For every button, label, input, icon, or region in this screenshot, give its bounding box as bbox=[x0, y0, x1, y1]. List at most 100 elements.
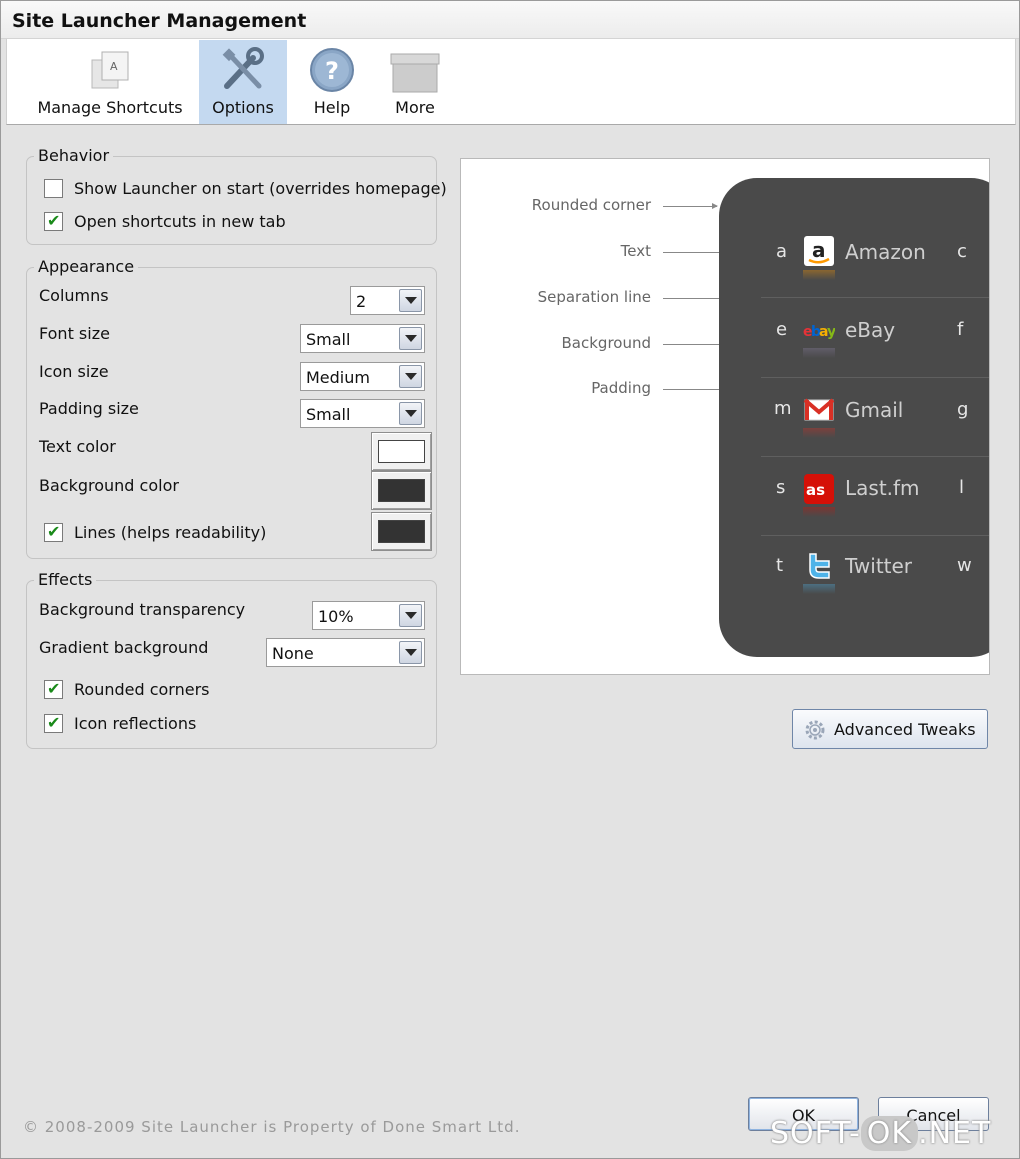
annotation-background: Background bbox=[561, 334, 652, 352]
right-key: w bbox=[957, 555, 972, 576]
title-bar: Site Launcher Management bbox=[1, 1, 1019, 39]
toolbar-label: More bbox=[395, 98, 435, 117]
icon-reflection bbox=[803, 507, 835, 517]
gear-icon bbox=[805, 720, 825, 740]
shortcut-name: Gmail bbox=[845, 398, 904, 422]
watermark-middle: OK bbox=[860, 1116, 919, 1151]
toolbar-more[interactable]: More bbox=[377, 40, 453, 124]
shortcut-name: Twitter bbox=[845, 554, 913, 578]
icon-size-select[interactable]: Medium bbox=[300, 362, 425, 391]
columns-select[interactable]: 2 bbox=[350, 286, 425, 315]
svg-text:a: a bbox=[812, 238, 826, 262]
right-key: f bbox=[957, 319, 964, 340]
icon-reflection bbox=[803, 428, 835, 438]
shortcut-name: Last.fm bbox=[845, 476, 920, 500]
launcher-row: a a Amazon c bbox=[719, 218, 989, 297]
check-icon: ✔ bbox=[47, 679, 61, 698]
text-color-preview bbox=[378, 440, 425, 463]
columns-label: Columns bbox=[39, 286, 109, 305]
gradient-bg-value: None bbox=[272, 644, 314, 663]
background-color-swatch[interactable] bbox=[371, 471, 432, 510]
chevron-down-icon[interactable] bbox=[399, 604, 422, 627]
right-key: g bbox=[957, 399, 969, 420]
check-icon: ✔ bbox=[47, 211, 61, 230]
annotation-arrow bbox=[663, 203, 718, 209]
launcher-panel: a a Amazon c e e b a y bbox=[719, 178, 989, 657]
text-color-swatch[interactable] bbox=[371, 432, 432, 471]
font-size-select[interactable]: Small bbox=[300, 324, 425, 353]
background-color-preview bbox=[378, 479, 425, 502]
text-color-label: Text color bbox=[39, 437, 116, 456]
gmail-icon bbox=[803, 398, 835, 421]
toolbar-label: Manage Shortcuts bbox=[37, 98, 183, 117]
icon-reflection bbox=[803, 270, 835, 280]
amazon-icon: a bbox=[804, 236, 834, 266]
icon-reflection bbox=[803, 584, 835, 594]
icon-size-label: Icon size bbox=[39, 362, 109, 381]
site-launcher-window: Site Launcher Management A Manage Shortc… bbox=[0, 0, 1020, 1159]
behavior-group: Behavior Show Launcher on start (overrid… bbox=[26, 146, 447, 245]
padding-size-select[interactable]: Small bbox=[300, 399, 425, 428]
show-launcher-checkbox[interactable] bbox=[44, 179, 63, 198]
font-size-label: Font size bbox=[39, 324, 110, 343]
toolbar-label: Help bbox=[313, 98, 351, 117]
lines-color-swatch[interactable] bbox=[371, 512, 432, 551]
launcher-row: s as Last.fm l bbox=[719, 457, 989, 536]
toolbar-help[interactable]: ? Help bbox=[297, 40, 367, 124]
background-color-label: Background color bbox=[39, 476, 179, 495]
check-icon: ✔ bbox=[47, 713, 61, 732]
svg-text:y: y bbox=[827, 324, 835, 340]
watermark-left: SOFT- bbox=[770, 1116, 861, 1151]
left-key: e bbox=[776, 319, 788, 340]
bg-transparency-label: Background transparency bbox=[39, 600, 246, 619]
toolbar-options[interactable]: Options bbox=[199, 40, 287, 124]
right-key: l bbox=[959, 477, 965, 498]
toolbar: A Manage Shortcuts Options ? Help More bbox=[6, 39, 1016, 125]
help-icon: ? bbox=[308, 46, 356, 98]
icon-reflections-label: Icon reflections bbox=[74, 714, 197, 733]
icon-reflection bbox=[803, 348, 835, 358]
appearance-title: Appearance bbox=[34, 257, 139, 276]
more-icon bbox=[389, 46, 441, 98]
launcher-row: e e b a y eBay f bbox=[719, 298, 989, 377]
chevron-down-icon[interactable] bbox=[399, 402, 422, 425]
annotation-text: Text bbox=[620, 242, 651, 260]
open-new-tab-checkbox[interactable]: ✔ bbox=[44, 211, 63, 231]
padding-size-value: Small bbox=[306, 405, 351, 424]
rounded-corners-checkbox[interactable]: ✔ bbox=[44, 679, 63, 699]
padding-size-label: Padding size bbox=[39, 399, 139, 418]
lines-checkbox[interactable]: ✔ bbox=[44, 522, 63, 542]
lines-label: Lines (helps readability) bbox=[74, 523, 267, 542]
appearance-group: Appearance Columns 2 Font size Small Ico… bbox=[26, 257, 437, 559]
chevron-down-icon[interactable] bbox=[399, 327, 422, 350]
columns-value: 2 bbox=[356, 292, 367, 311]
copyright-text: © 2008-2009 Site Launcher is Property of… bbox=[23, 1118, 521, 1136]
effects-title: Effects bbox=[34, 570, 97, 589]
chevron-down-icon[interactable] bbox=[399, 289, 422, 312]
left-key: t bbox=[776, 555, 784, 576]
gradient-bg-select[interactable]: None bbox=[266, 638, 425, 667]
launcher-row: m Gmail g bbox=[719, 378, 989, 457]
window-title: Site Launcher Management bbox=[12, 10, 307, 32]
advanced-tweaks-button[interactable]: Advanced Tweaks bbox=[792, 709, 988, 749]
annotation-separation-line: Separation line bbox=[537, 288, 651, 306]
bg-transparency-select[interactable]: 10% bbox=[312, 601, 425, 630]
open-new-tab-label: Open shortcuts in new tab bbox=[74, 212, 286, 231]
chevron-down-icon[interactable] bbox=[399, 365, 422, 388]
shortcut-name: eBay bbox=[845, 318, 896, 342]
toolbar-manage-shortcuts[interactable]: A Manage Shortcuts bbox=[35, 40, 185, 124]
icon-size-value: Medium bbox=[306, 368, 370, 387]
font-size-value: Small bbox=[306, 330, 351, 349]
left-key: m bbox=[774, 398, 792, 419]
watermark: SOFT- OK .NET bbox=[770, 1116, 991, 1151]
check-icon: ✔ bbox=[47, 522, 61, 541]
bg-transparency-value: 10% bbox=[318, 607, 354, 626]
advanced-tweaks-label: Advanced Tweaks bbox=[834, 720, 976, 739]
lines-color-preview bbox=[378, 520, 425, 543]
svg-text:as: as bbox=[806, 481, 825, 499]
chevron-down-icon[interactable] bbox=[399, 641, 422, 664]
icon-reflections-checkbox[interactable]: ✔ bbox=[44, 713, 63, 733]
behavior-title: Behavior bbox=[34, 146, 114, 165]
manage-shortcuts-icon: A bbox=[88, 46, 134, 98]
twitter-icon bbox=[809, 553, 830, 579]
